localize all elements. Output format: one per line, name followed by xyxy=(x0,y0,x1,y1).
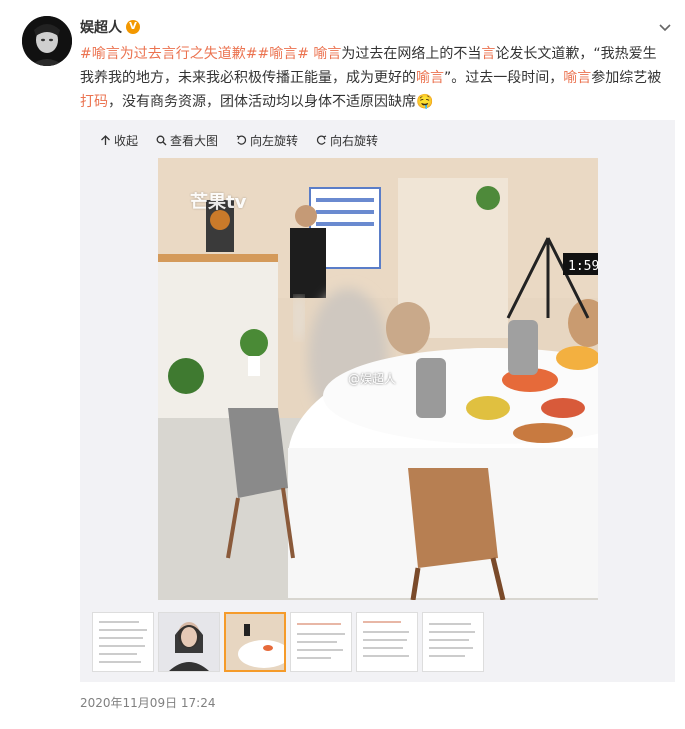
keyword-link[interactable]: 喻言 xyxy=(563,70,591,86)
post-text: #喻言为过去言行之失道歉##喻言# 喻言为过去在网络上的不当言论发长文道歉，“我… xyxy=(80,42,670,114)
post-text-segment: ，没有商务资源，团体活动均以身体不适原因缺席 xyxy=(108,94,416,110)
hashtag-link[interactable]: #喻言为过去言行之失道歉# xyxy=(80,46,257,62)
media-viewer: 收起 查看大图 向左旋转 向右旋转 1:59 芒果tv @娱超人 xyxy=(80,120,675,682)
hashtag-link-2[interactable]: #喻言# xyxy=(257,46,308,62)
clock-display: 1:59 xyxy=(568,259,598,274)
mango-tv-logo: 芒果tv xyxy=(190,192,247,213)
emoji-icon: 🤤 xyxy=(416,94,434,110)
watermark-text: @娱超人 xyxy=(348,372,397,386)
thumbnail-5[interactable] xyxy=(356,612,418,672)
keyword-link[interactable]: 打码 xyxy=(80,94,108,110)
view-large-label: 查看大图 xyxy=(170,134,219,148)
post-text-segment: 为过去在网络上的不当 xyxy=(341,46,482,62)
keyword-link[interactable]: 言 xyxy=(481,46,495,62)
main-photo[interactable]: 1:59 芒果tv @娱超人 xyxy=(158,158,598,600)
view-large-button[interactable]: 查看大图 xyxy=(156,132,218,149)
post-text-segment: 参加综艺被 xyxy=(591,70,662,86)
rotate-left-label: 向左旋转 xyxy=(250,134,299,148)
thumbnail-6[interactable] xyxy=(422,612,484,672)
keyword-link[interactable]: 喻言 xyxy=(309,46,341,62)
username-text[interactable]: 娱超人 xyxy=(80,17,122,37)
rotate-right-button[interactable]: 向右旋转 xyxy=(316,132,378,149)
thumbnail-4[interactable] xyxy=(290,612,352,672)
rotate-right-label: 向右旋转 xyxy=(330,134,379,148)
thumbnail-2[interactable] xyxy=(158,612,220,672)
thumbnail-1[interactable] xyxy=(92,612,154,672)
rotate-right-icon xyxy=(316,135,327,145)
post-text-segment: ”。过去一段时间， xyxy=(444,70,564,86)
verified-badge-icon: V xyxy=(126,20,140,34)
rotate-left-button[interactable]: 向左旋转 xyxy=(236,132,298,149)
more-chevron-icon[interactable] xyxy=(656,18,674,36)
thumbnail-strip xyxy=(92,612,484,672)
collapse-button[interactable]: 收起 xyxy=(100,132,138,149)
thumbnail-3[interactable] xyxy=(224,612,286,672)
username[interactable]: 娱超人 V xyxy=(80,17,140,37)
rotate-left-icon xyxy=(236,135,247,145)
magnifier-icon xyxy=(156,135,167,146)
keyword-link[interactable]: 喻言 xyxy=(416,70,444,86)
collapse-label: 收起 xyxy=(114,134,139,148)
avatar[interactable] xyxy=(22,16,72,66)
media-toolbar: 收起 查看大图 向左旋转 向右旋转 xyxy=(100,132,378,149)
post-timestamp[interactable]: 2020年11月09日 17:24 xyxy=(80,694,215,711)
collapse-arrow-icon xyxy=(101,135,110,145)
